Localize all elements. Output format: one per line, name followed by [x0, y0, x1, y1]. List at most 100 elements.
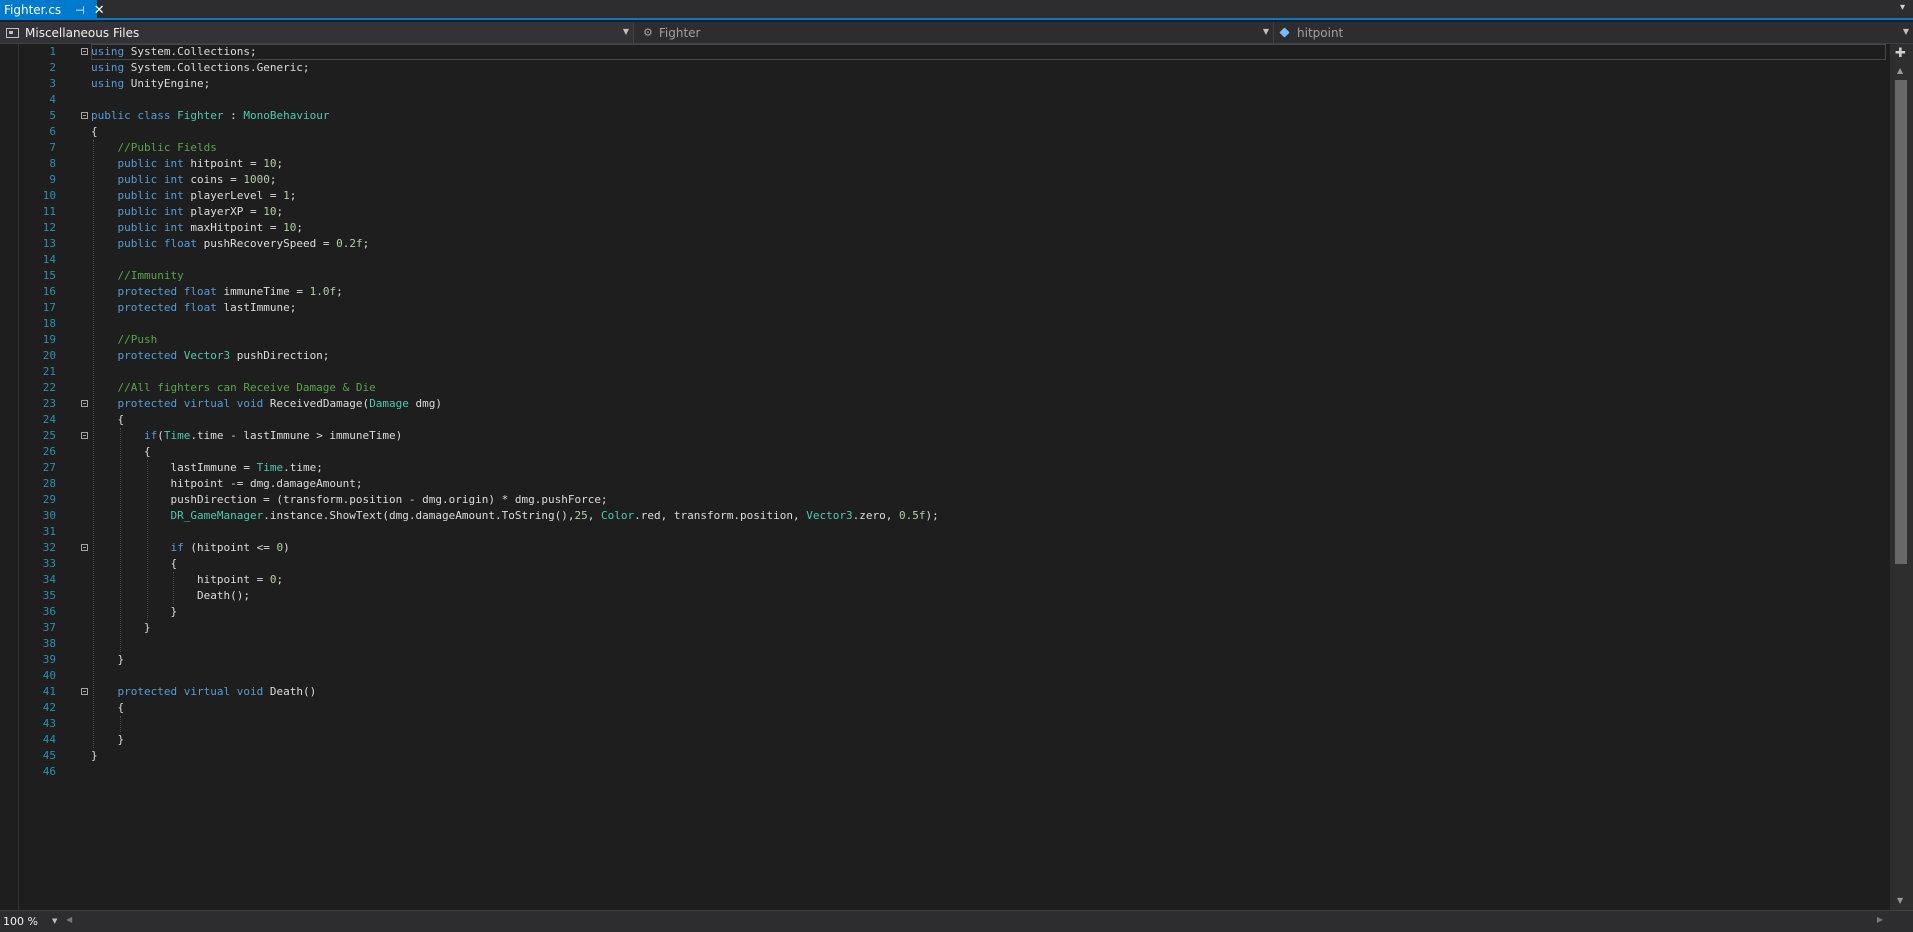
close-icon[interactable]: ✕: [94, 3, 105, 18]
code-line[interactable]: [91, 668, 1881, 684]
code-line[interactable]: DR_GameManager.instance.ShowText(dmg.dam…: [91, 508, 1881, 524]
collapse-icon[interactable]: [81, 112, 88, 119]
code-line[interactable]: [91, 316, 1881, 332]
tab-dropdown-icon[interactable]: ▾: [1900, 2, 1905, 13]
line-number: 44: [42, 733, 56, 746]
code-line[interactable]: {: [91, 444, 1881, 460]
chevron-down-icon: ▼: [1262, 27, 1269, 36]
code-line[interactable]: }: [91, 748, 1881, 764]
code-line[interactable]: if(Time.time - lastImmune > immuneTime): [91, 428, 1881, 444]
project-label: Miscellaneous Files: [25, 25, 140, 40]
line-number: 15: [42, 269, 56, 282]
collapse-icon[interactable]: [81, 432, 88, 439]
split-window-icon[interactable]: ✚: [1895, 46, 1906, 61]
code-line[interactable]: }: [91, 620, 1881, 636]
indent-guide: [119, 428, 121, 652]
line-number-gutter: 1 2 3 4 5 6 7 8 9 10 11 12 13 14 15 16 17 18 19 20 21 22 23 24 2…: [18, 44, 56, 780]
line-number: 1: [49, 45, 56, 58]
line-number: 36: [42, 605, 56, 618]
code-line[interactable]: [91, 636, 1881, 652]
indent-guide: [146, 460, 148, 620]
code-line[interactable]: //Public Fields: [91, 140, 1881, 156]
horizontal-scrollbar[interactable]: ◀ ▶: [62, 914, 1887, 928]
zoom-dropdown[interactable]: 100 % ▼: [0, 913, 58, 929]
type-dropdown[interactable]: ⚙ Fighter ▼: [634, 22, 1274, 43]
type-label: Fighter: [658, 25, 701, 40]
code-line[interactable]: public int coins = 1000;: [91, 172, 1881, 188]
code-line[interactable]: pushDirection = (transform.position - dm…: [91, 492, 1881, 508]
project-dropdown[interactable]: Miscellaneous Files ▼: [0, 22, 634, 43]
pin-icon[interactable]: ⊣: [75, 4, 85, 17]
line-number: 26: [42, 445, 56, 458]
line-number: 39: [42, 653, 56, 666]
code-line[interactable]: //All fighters can Receive Damage & Die: [91, 380, 1881, 396]
code-line[interactable]: }: [91, 732, 1881, 748]
code-line[interactable]: public int playerLevel = 1;: [91, 188, 1881, 204]
code-line[interactable]: public int hitpoint = 10;: [91, 156, 1881, 172]
line-number: 29: [42, 493, 56, 506]
code-line[interactable]: {: [91, 412, 1881, 428]
chevron-down-icon: ▼: [622, 27, 629, 36]
line-number: 6: [49, 125, 56, 138]
code-line[interactable]: //Push: [91, 332, 1881, 348]
line-number: 31: [42, 525, 56, 538]
line-number: 18: [42, 317, 56, 330]
collapse-icon[interactable]: [81, 400, 88, 407]
vertical-scrollbar[interactable]: ✚ ▲ ▼: [1890, 44, 1913, 910]
code-line[interactable]: {: [91, 700, 1881, 716]
line-number: 16: [42, 285, 56, 298]
code-line[interactable]: protected virtual void ReceivedDamage(Da…: [91, 396, 1881, 412]
code-line[interactable]: [91, 364, 1881, 380]
code-line[interactable]: //Immunity: [91, 268, 1881, 284]
code-line[interactable]: lastImmune = Time.time;: [91, 460, 1881, 476]
code-line[interactable]: protected Vector3 pushDirection;: [91, 348, 1881, 364]
code-line[interactable]: {: [91, 556, 1881, 572]
collapse-icon[interactable]: [81, 544, 88, 551]
code-text-area[interactable]: using System.Collections; using System.Co…: [91, 44, 1881, 780]
chevron-down-icon: ▼: [51, 917, 58, 925]
code-editor[interactable]: 1 2 3 4 5 6 7 8 9 10 11 12 13 14 15 16 17 18 19 20 21 22 23 24 2…: [0, 44, 1890, 910]
scroll-left-icon[interactable]: ◀: [66, 915, 72, 924]
line-number: 12: [42, 221, 56, 234]
code-line[interactable]: [91, 524, 1881, 540]
code-line[interactable]: [91, 764, 1881, 780]
code-line[interactable]: public int maxHitpoint = 10;: [91, 220, 1881, 236]
code-line[interactable]: public float pushRecoverySpeed = 0.2f;: [91, 236, 1881, 252]
line-number: 28: [42, 477, 56, 490]
code-line[interactable]: using System.Collections;: [91, 44, 1881, 60]
code-line[interactable]: }: [91, 604, 1881, 620]
scrollbar-thumb[interactable]: [1895, 80, 1907, 564]
tab-title: Fighter.cs: [4, 3, 62, 17]
scroll-right-icon[interactable]: ▶: [1877, 915, 1883, 924]
code-line[interactable]: if (hitpoint <= 0): [91, 540, 1881, 556]
code-line[interactable]: public class Fighter : MonoBehaviour: [91, 108, 1881, 124]
code-line[interactable]: [91, 92, 1881, 108]
collapse-icon[interactable]: [81, 688, 88, 695]
indent-guide: [173, 572, 175, 604]
line-number: 33: [42, 557, 56, 570]
code-line[interactable]: {: [91, 124, 1881, 140]
code-line[interactable]: public int playerXP = 10;: [91, 204, 1881, 220]
scroll-up-icon[interactable]: ▲: [1897, 66, 1903, 75]
line-number: 43: [42, 717, 56, 730]
line-number: 42: [42, 701, 56, 714]
code-line[interactable]: hitpoint = 0;: [91, 572, 1881, 588]
collapse-icon[interactable]: [81, 48, 88, 55]
code-line[interactable]: using System.Collections.Generic;: [91, 60, 1881, 76]
member-dropdown[interactable]: hitpoint ▼: [1274, 22, 1913, 43]
code-line[interactable]: [91, 252, 1881, 268]
code-line[interactable]: protected virtual void Death(): [91, 684, 1881, 700]
line-number: 41: [42, 685, 56, 698]
tab-fighter-cs[interactable]: Fighter.cs ⊣ ✕: [0, 0, 105, 20]
line-number: 46: [42, 765, 56, 778]
code-line[interactable]: protected float immuneTime = 1.0f;: [91, 284, 1881, 300]
code-line[interactable]: }: [91, 652, 1881, 668]
code-line[interactable]: hitpoint -= dmg.damageAmount;: [91, 476, 1881, 492]
code-line[interactable]: using UnityEngine;: [91, 76, 1881, 92]
line-number: 27: [42, 461, 56, 474]
code-line[interactable]: Death();: [91, 588, 1881, 604]
line-number: 35: [42, 589, 56, 602]
code-line[interactable]: protected float lastImmune;: [91, 300, 1881, 316]
scroll-down-icon[interactable]: ▼: [1897, 896, 1903, 905]
code-line[interactable]: [91, 716, 1881, 732]
